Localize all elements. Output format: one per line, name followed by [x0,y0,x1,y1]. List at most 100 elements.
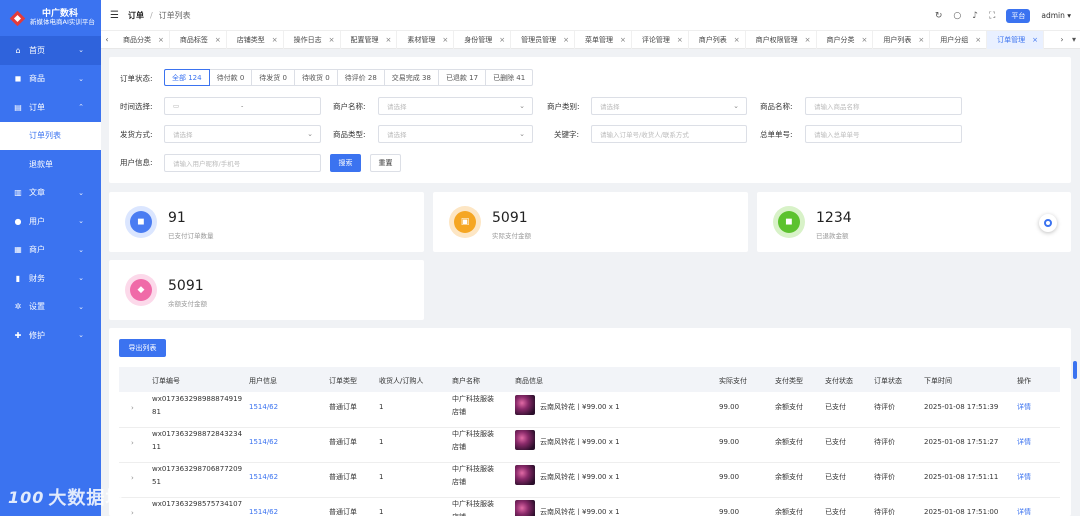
tab-12[interactable]: 商户分类 × [817,30,874,49]
expand-row-icon[interactable]: › [131,437,134,450]
close-icon[interactable]: × [386,36,392,44]
tab-label: 管理员管理 [521,35,557,44]
search-icon[interactable]: ○ [953,11,961,21]
close-icon[interactable]: × [805,36,811,44]
detail-link[interactable]: 详情 [1017,471,1031,484]
close-icon[interactable]: × [499,36,505,44]
sidebar-item-3[interactable]: ▥ 文章 ⌄ [0,179,101,208]
close-icon[interactable]: × [862,36,868,44]
tabs-scroll-right-icon[interactable]: › [1056,35,1068,44]
user-info-link[interactable]: 1514/62 [249,471,278,484]
close-icon[interactable]: × [272,36,278,44]
menu-toggle-icon[interactable]: ☰ [110,10,119,21]
tabs-more-icon[interactable]: ▾ [1068,35,1080,44]
tab-3[interactable]: 操作日志 × [284,30,341,49]
close-icon[interactable]: × [215,36,221,44]
date-range-picker[interactable]: ▭ - [164,97,321,115]
close-icon[interactable]: × [563,36,569,44]
status-pill-0[interactable]: 全部 124 [164,69,210,86]
user-menu[interactable]: admin ▾ [1041,11,1071,20]
refresh-icon[interactable]: ↻ [935,11,943,21]
sidebar-item-7[interactable]: ✲ 设置 ⌄ [0,293,101,322]
goods-type-select[interactable]: 请选择 ⌄ [378,125,533,143]
close-icon[interactable]: × [620,36,626,44]
tab-8[interactable]: 菜单管理 × [575,30,632,49]
tab-11[interactable]: 商户权限管理 × [746,30,817,49]
keyword-input[interactable]: 请输入订单号/收货人/联系方式 [591,125,747,143]
finance-icon: ▮ [15,273,21,283]
merchant-name-placeholder: 请选择 [387,103,407,111]
page-scrollbar[interactable] [1073,361,1077,379]
repair-icon: ✚ [14,330,22,340]
sidebar-item-8[interactable]: ✚ 修护 ⌄ [0,321,101,350]
status-pill-1[interactable]: 待付款 0 [209,69,253,86]
sidebar-item-0[interactable]: ⌂ 首页 ⌄ [0,36,101,65]
tab-6[interactable]: 身份管理 × [454,30,512,49]
sidebar-subitem-0[interactable]: 订单列表 [0,121,101,150]
close-icon[interactable]: × [734,36,740,44]
status-pill-7[interactable]: 已删除 41 [486,69,534,86]
expand-row-icon[interactable]: › [131,472,134,485]
tab-9[interactable]: 评论管理 × [632,30,689,49]
close-icon[interactable]: × [677,36,683,44]
user-info-link[interactable]: 1514/62 [249,506,278,516]
merchant-type-select[interactable]: 请选择 ⌄ [591,97,747,115]
search-button[interactable]: 搜索 [330,154,361,172]
close-icon[interactable]: × [918,36,924,44]
close-icon[interactable]: × [1032,36,1038,44]
user-info-link[interactable]: 1514/62 [249,401,278,414]
status-pill-6[interactable]: 已退款 17 [438,69,487,86]
detail-link[interactable]: 详情 [1017,401,1031,414]
sidebar-item-4[interactable]: ● 用户 ⌄ [0,207,101,236]
sidebar-item-5[interactable]: ▦ 商户 ⌄ [0,236,101,265]
close-icon[interactable]: × [329,36,335,44]
tab-10[interactable]: 商户列表 × [689,30,746,49]
close-icon[interactable]: × [158,36,164,44]
float-action-button[interactable] [1039,214,1057,232]
tab-5[interactable]: 素材管理 × [397,30,455,49]
user-info-input[interactable]: 请输入用户昵称/手机号 [164,154,321,172]
expand-row-icon[interactable]: › [131,402,134,415]
detail-link[interactable]: 详情 [1017,436,1031,449]
platform-button[interactable]: 平台 [1006,8,1031,23]
fullscreen-icon[interactable]: ⛶ [989,11,995,21]
tab-7[interactable]: 管理员管理 × [511,30,575,49]
tab-15[interactable]: 订单管理 × [987,30,1044,49]
close-icon[interactable]: × [442,36,448,44]
tabs-scroll-left-icon[interactable]: ‹ [101,35,113,44]
tab-0[interactable]: 商品分类 × [113,30,170,49]
order-time: 2025-01-08 17:51:11 [924,473,999,481]
tab-2[interactable]: 店铺类型 × [227,30,284,49]
close-icon[interactable]: × [975,36,981,44]
expand-row-icon[interactable]: › [131,507,134,516]
bell-icon[interactable]: ♪ [972,11,978,21]
tab-label: 用户列表 [883,35,912,44]
status-pill-2[interactable]: 待发货 0 [252,69,295,86]
actual-paid: 99.00 [719,403,740,411]
tab-1[interactable]: 商品标签 × [170,30,227,49]
status-pill-5[interactable]: 交易完成 38 [384,69,439,86]
merchant-name-tail: 店铺 [452,478,466,486]
merchant-name-tail: 店铺 [452,443,466,451]
sidebar-item-2[interactable]: ▤ 订单 ⌃ [0,93,101,122]
tab-4[interactable]: 配置管理 × [341,30,398,49]
ship-method-select[interactable]: 请选择 ⌄ [164,125,321,143]
pay-type: 余额支付 [775,403,803,411]
stat-label: 已支付订单数量 [168,232,214,240]
tab-13[interactable]: 用户列表 × [873,30,931,49]
sidebar-item-1[interactable]: ◼ 商品 ⌄ [0,65,101,94]
goods-name-input[interactable]: 请输入商品名称 [805,97,962,115]
stat-icon-ring: ▣ [449,206,481,238]
reset-button[interactable]: 重置 [370,154,401,172]
user-info-link[interactable]: 1514/62 [249,436,278,449]
tab-14[interactable]: 用户分组 × [930,30,988,49]
detail-link[interactable]: 详情 [1017,506,1031,516]
sidebar-subitem-1[interactable]: 退款单 [0,150,101,179]
export-list-button[interactable]: 导出列表 [119,339,166,357]
merchant-name-select[interactable]: 请选择 ⌄ [378,97,533,115]
status-pill-4[interactable]: 待评价 28 [337,69,385,86]
sidebar-item-6[interactable]: ▮ 财务 ⌄ [0,264,101,293]
total-no-input[interactable]: 请输入总单单号 [805,125,962,143]
status-pill-3[interactable]: 待收货 0 [294,69,338,86]
column-header: 下单时间 [924,377,952,385]
